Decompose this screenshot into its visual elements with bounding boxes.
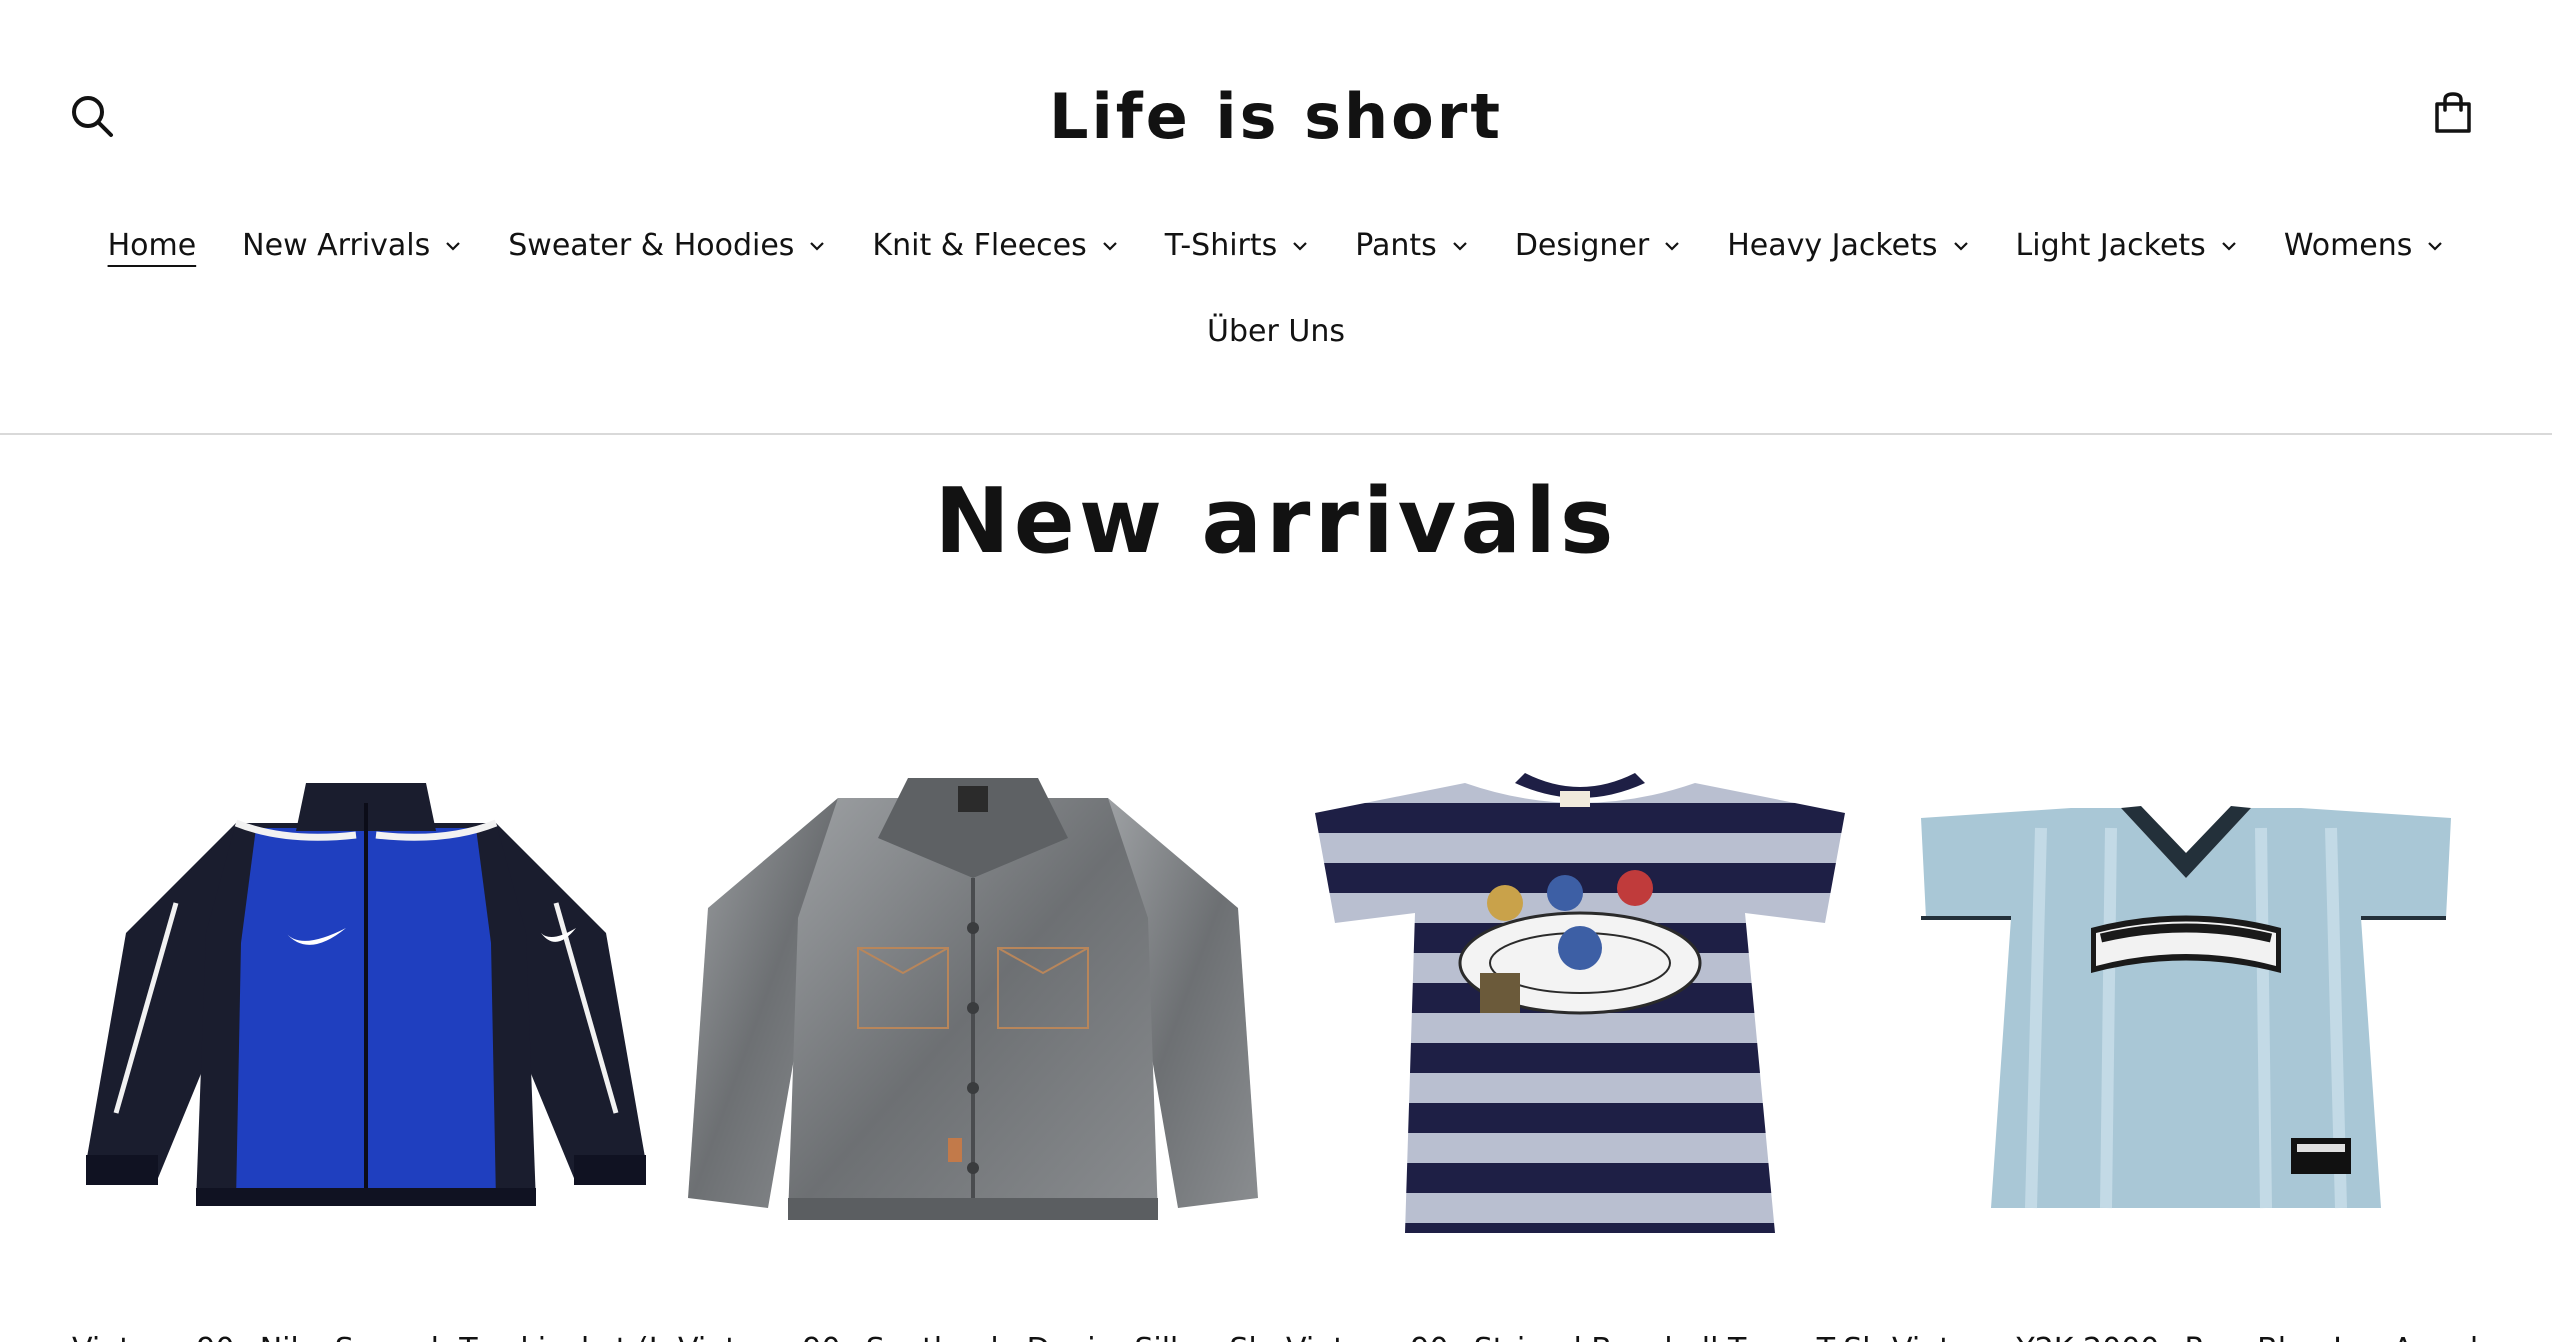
- chevron-down-icon: [446, 242, 461, 251]
- chevron-down-icon: [2428, 242, 2443, 251]
- nav-item-t-shirts[interactable]: T-Shirts: [1165, 226, 1310, 266]
- product-card[interactable]: Vintage 90s Striped Baseball Team T-Shir…: [1286, 728, 1874, 1342]
- product-image[interactable]: [1892, 728, 2480, 1288]
- jersey-image: [1921, 806, 2451, 1209]
- chevron-down-icon: [1293, 242, 1308, 251]
- chevron-down-icon: [2222, 242, 2236, 251]
- nav-item-knit-fleeces[interactable]: Knit & Fleeces: [872, 226, 1118, 266]
- nav-item-new-arrivals[interactable]: New Arrivals: [242, 226, 462, 266]
- nav-item-label: Sweater & Hoodies: [508, 228, 795, 263]
- nav-item-label: Designer: [1514, 228, 1650, 263]
- chevron-down-icon: [1665, 242, 1679, 251]
- chevron-down-icon: [810, 242, 825, 251]
- denim-jacket-image: [688, 778, 1258, 1220]
- cart-button[interactable]: [2422, 82, 2484, 144]
- product-title[interactable]: Vintage 90s Southpole Denim Silber Shiny…: [678, 1332, 1268, 1342]
- nav-item-label: Light Jackets: [2015, 228, 2206, 263]
- nav-item-label: Home: [107, 228, 197, 263]
- product-title[interactable]: Vintage Y2K 2000s Raw Blue Los Angeles J…: [1892, 1332, 2480, 1342]
- nav-item-heavy-jackets[interactable]: Heavy Jackets: [1727, 226, 1969, 266]
- site-logo[interactable]: Life is short: [0, 72, 2552, 162]
- product-card[interactable]: Vintage 90s Nike Swoosh Trackjacket (L): [72, 728, 660, 1342]
- nav-item-designer[interactable]: Designer: [1515, 226, 1681, 266]
- nav-item-label: Womens: [2283, 228, 2413, 263]
- site-header: Life is short Home New Arrivals Sweater …: [0, 0, 2552, 435]
- product-card[interactable]: Vintage Y2K 2000s Raw Blue Los Angeles J…: [1892, 728, 2480, 1342]
- nav-item-label: New Arrivals: [242, 228, 431, 263]
- chevron-down-icon: [1453, 242, 1467, 251]
- nav-item-home[interactable]: Home: [108, 226, 197, 266]
- nav-item-light-jackets[interactable]: Light Jackets: [2016, 226, 2238, 266]
- nav-item-womens[interactable]: Womens: [2284, 226, 2445, 266]
- nav-item-pants[interactable]: Pants: [1355, 226, 1469, 266]
- nav-item-label: T-Shirts: [1164, 228, 1278, 263]
- nav-item-label: Über Uns: [1207, 314, 1345, 349]
- product-grid: Vintage 90s Nike Swoosh Trackjacket (L): [72, 728, 2480, 1342]
- product-image[interactable]: [1286, 728, 1874, 1288]
- product-title[interactable]: Vintage 90s Nike Swoosh Trackjacket (L): [72, 1332, 660, 1342]
- shopping-bag-icon: [2435, 92, 2471, 133]
- main-navigation-row-2: Über Uns: [0, 308, 2552, 356]
- chevron-down-icon: [1102, 242, 1117, 251]
- main-navigation: Home New Arrivals Sweater & Hoodies Knit…: [0, 222, 2552, 270]
- product-image[interactable]: [72, 728, 660, 1288]
- nav-item-label: Knit & Fleeces: [872, 228, 1087, 263]
- nav-item-sweater-hoodies[interactable]: Sweater & Hoodies: [508, 226, 826, 266]
- product-card[interactable]: Vintage 90s Southpole Denim Silber Shiny…: [678, 728, 1268, 1342]
- nav-item-uber-uns[interactable]: Über Uns: [1207, 312, 1345, 352]
- section-title: New arrivals: [934, 469, 1618, 574]
- nav-item-label: Pants: [1355, 228, 1437, 263]
- chevron-down-icon: [1953, 242, 1968, 251]
- striped-tshirt-image: [1315, 773, 1845, 1233]
- track-jacket-image: [86, 783, 646, 1206]
- product-image[interactable]: [678, 728, 1268, 1288]
- product-title[interactable]: Vintage 90s Striped Baseball Team T-Shir…: [1286, 1332, 1874, 1342]
- nav-item-label: Heavy Jackets: [1727, 228, 1938, 263]
